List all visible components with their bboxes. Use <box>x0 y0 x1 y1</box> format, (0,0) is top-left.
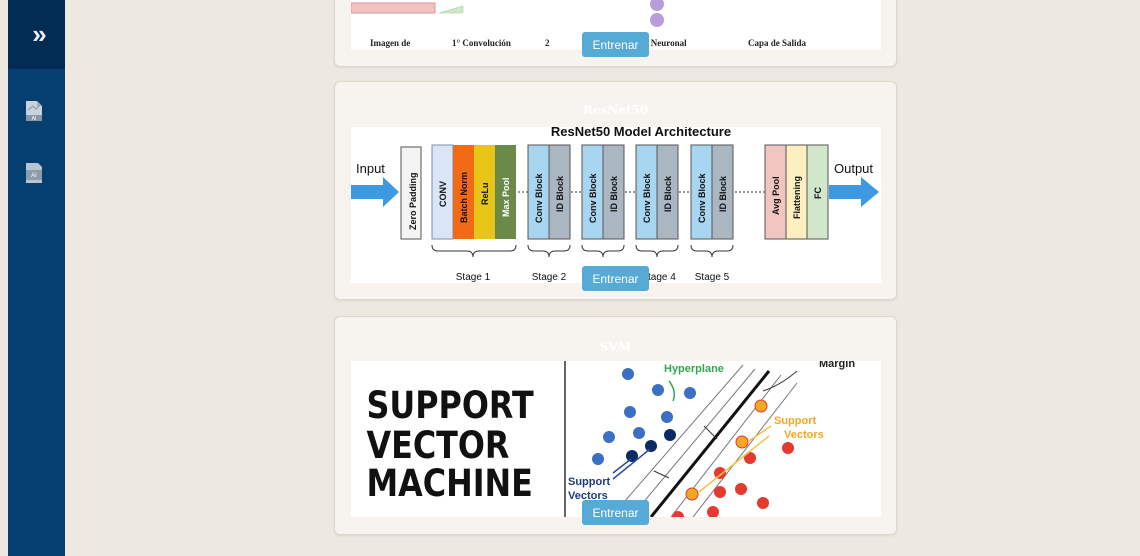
svm-title-line-2: VECTOR <box>366 425 509 468</box>
expand-icon[interactable]: » <box>32 19 47 50</box>
svm-title-line-1: SUPPORT <box>366 385 534 428</box>
svg-text:Batch Norm: Batch Norm <box>459 172 469 223</box>
support-vectors-right-1: Support <box>774 415 816 427</box>
stage-4-blocks: Conv Block ID Block <box>635 144 679 240</box>
red-support-vectors <box>685 399 768 501</box>
svg-text:ID Block: ID Block <box>555 175 565 212</box>
resnet-diagram: ResNet50 Model Architecture Input Zero P… <box>351 127 881 283</box>
ai-document-icon[interactable]: AI <box>24 100 44 122</box>
stage-5-label: Stage 5 <box>695 272 730 283</box>
margin-lines <box>610 364 798 517</box>
resnet-diagram-svg: ResNet50 Model Architecture Input Zero P… <box>351 127 879 283</box>
neuron-node <box>650 13 664 27</box>
svm-title-line-3: MACHINE <box>366 463 532 506</box>
svg-text:Flattening: Flattening <box>792 176 802 219</box>
svg-text:Conv Block: Conv Block <box>534 172 544 223</box>
input-image-block <box>351 2 436 14</box>
stage-4-label: tage 4 <box>648 272 676 283</box>
label-imagen: Imagen de <box>370 38 410 48</box>
sidebar-header: » <box>8 0 65 69</box>
svg-text:Avg Pool: Avg Pool <box>771 176 781 215</box>
svg-text:ReLu: ReLu <box>480 183 490 206</box>
card-title-resnet50: ResNet50 <box>582 103 649 117</box>
svg-text:Zero Padding: Zero Padding <box>408 172 418 230</box>
model-card-svm: SVM SUPPORT VECTOR MACHINE Hyperplane Ma… <box>334 316 897 535</box>
support-vectors-right-2: Vectors <box>784 429 824 441</box>
label-convolucion: 1° Convolución <box>452 38 511 48</box>
neuron-node <box>650 0 664 11</box>
svg-text:Max Pool: Max Pool <box>501 177 511 217</box>
model-card-cnn: Imagen de 1° Convolución 2 Red Neuronal … <box>334 0 897 67</box>
conv-block <box>438 5 464 14</box>
svg-text:ID Block: ID Block <box>663 175 673 212</box>
stage-braces <box>431 244 734 258</box>
resnet-heading: ResNet50 Model Architecture <box>551 127 731 139</box>
hyperplane-pointer <box>668 380 676 402</box>
svg-text:AI: AI <box>32 116 37 122</box>
red-points <box>672 442 794 517</box>
output-label: Output <box>834 161 873 176</box>
label-capa-salida: Capa de Salida <box>748 38 807 48</box>
card-title-svm: SVM <box>599 340 632 354</box>
stage-2-blocks: Conv Block ID Block <box>527 144 571 240</box>
input-label: Input <box>356 161 385 176</box>
sidebar: » AI AI <box>8 0 65 556</box>
stage-1-label: Stage 1 <box>456 272 491 283</box>
blue-points <box>592 368 696 465</box>
stage-5-blocks: Conv Block ID Block <box>690 144 734 240</box>
svg-text:ID Block: ID Block <box>609 175 619 212</box>
svg-text:CONV: CONV <box>438 181 448 207</box>
label-second: 2 <box>545 38 550 48</box>
stage-3-blocks: Conv Block ID Block <box>581 144 625 240</box>
svg-text:FC: FC <box>813 187 823 199</box>
svm-diagram: SUPPORT VECTOR MACHINE Hyperplane Margin… <box>351 361 881 517</box>
model-card-resnet50: ResNet50 ResNet50 Model Architecture Inp… <box>334 81 897 300</box>
svg-text:ID Block: ID Block <box>718 175 728 212</box>
svg-text:AI: AI <box>31 173 37 179</box>
support-arrows-right <box>698 425 772 493</box>
svm-diagram-svg: SUPPORT VECTOR MACHINE Hyperplane Margin… <box>366 361 855 517</box>
train-button-resnet50[interactable]: Entrenar <box>582 266 649 291</box>
input-arrow <box>351 177 399 207</box>
svg-text:Conv Block: Conv Block <box>642 172 652 223</box>
stage-2-label: Stage 2 <box>532 272 567 283</box>
ai-file-icon[interactable]: AI <box>24 162 44 184</box>
margin-label: Margin <box>819 361 855 370</box>
train-button-svm[interactable]: Entrenar <box>582 500 649 525</box>
svg-text:Conv Block: Conv Block <box>588 172 598 223</box>
train-button-cnn[interactable]: Entrenar <box>582 32 649 57</box>
output-arrow <box>829 177 879 207</box>
svg-text:Conv Block: Conv Block <box>697 172 707 223</box>
hyperplane-label: Hyperplane <box>664 363 724 375</box>
support-vectors-left-1: Support <box>568 476 610 488</box>
